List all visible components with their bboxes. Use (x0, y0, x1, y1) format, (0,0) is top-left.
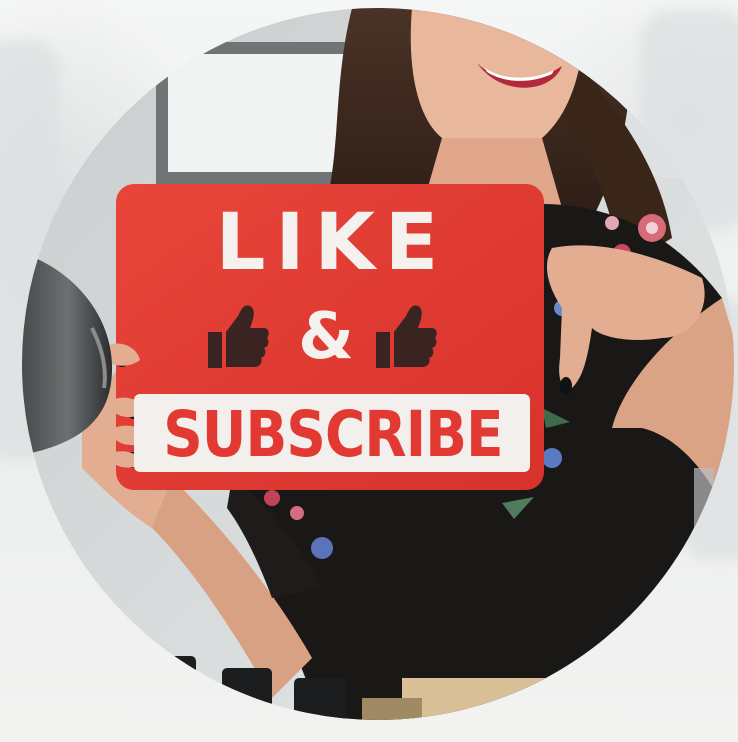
image-canvas: LIKE & SUBSCRIBE (0, 0, 738, 742)
thumbs-up-icon (376, 305, 437, 368)
sign-ampersand-text: & (298, 300, 356, 374)
sign-like-text: LIKE (215, 198, 449, 288)
thumbs-up-icon (208, 305, 269, 368)
window (156, 42, 368, 184)
sign-subscribe-text: SUBSCRIBE (163, 398, 503, 471)
